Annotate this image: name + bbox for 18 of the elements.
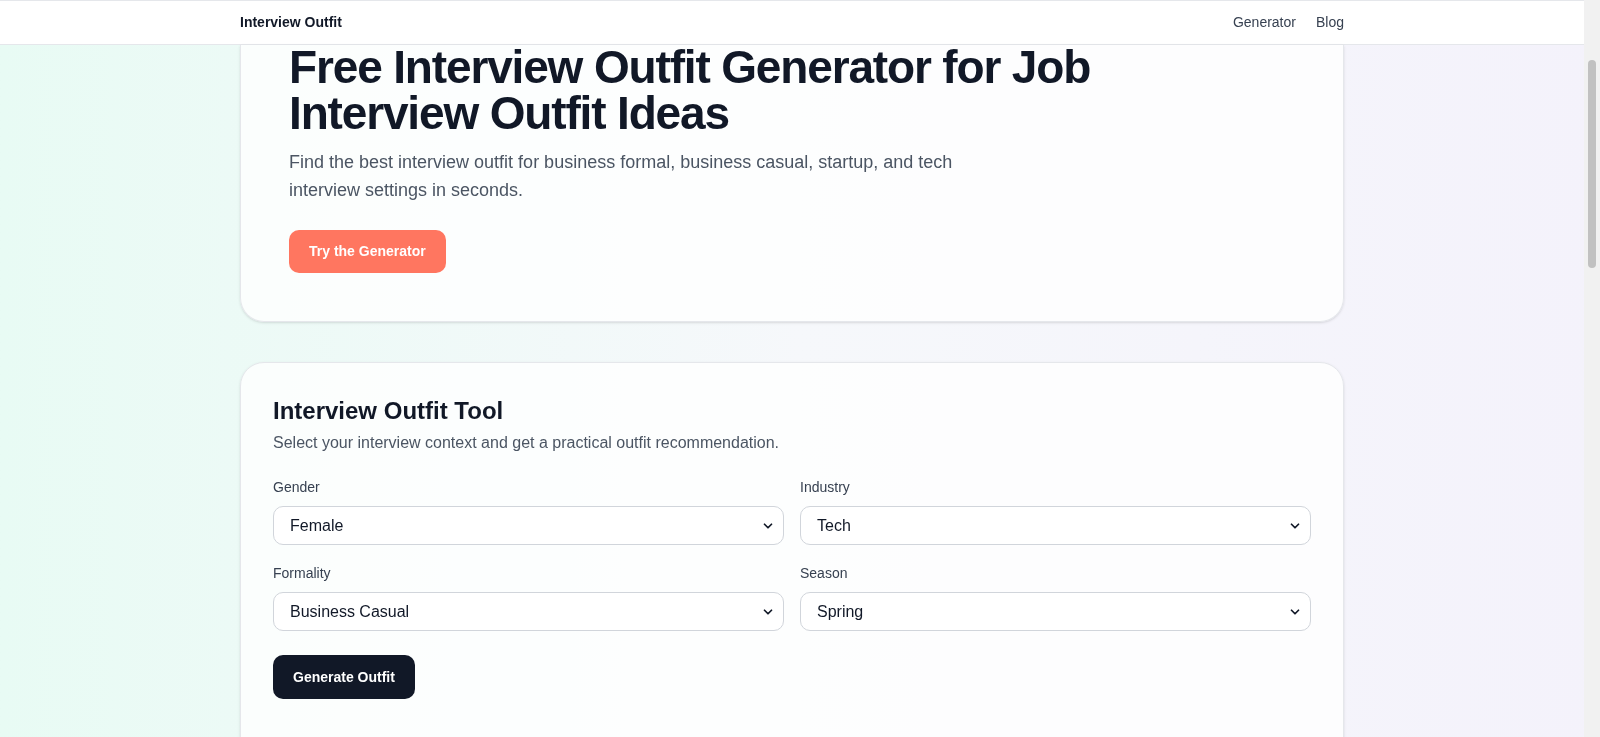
- scrollbar-thumb[interactable]: [1588, 60, 1596, 268]
- tool-subtitle: Select your interview context and get a practical outfit recommendation.: [273, 433, 781, 453]
- generate-outfit-button[interactable]: Generate Outfit: [273, 655, 415, 699]
- select-field[interactable]: Business Casual: [273, 592, 784, 631]
- scrollbar[interactable]: [1584, 0, 1600, 737]
- field-label: Gender: [273, 478, 321, 497]
- hero-title: Free Interview Outfit Generator for Job Interview Outfit Ideas: [289, 44, 1092, 136]
- tool-title: Interview Outfit Tool: [273, 396, 505, 426]
- field-label: Season: [800, 564, 849, 583]
- site-brand[interactable]: Interview Outfit: [240, 12, 342, 33]
- nav-link[interactable]: Generator: [1232, 12, 1296, 33]
- hero-description: Find the best interview outfit for business formal, business casual, startup, and tech interview settings in seconds.: [289, 151, 954, 202]
- select-field[interactable]: Female: [273, 506, 784, 545]
- field-label: Formality: [273, 564, 332, 583]
- select-field[interactable]: Spring: [800, 592, 1311, 631]
- nav-link[interactable]: Blog: [1315, 12, 1344, 33]
- select-field[interactable]: Tech: [800, 506, 1311, 545]
- field-label: Industry: [800, 478, 851, 497]
